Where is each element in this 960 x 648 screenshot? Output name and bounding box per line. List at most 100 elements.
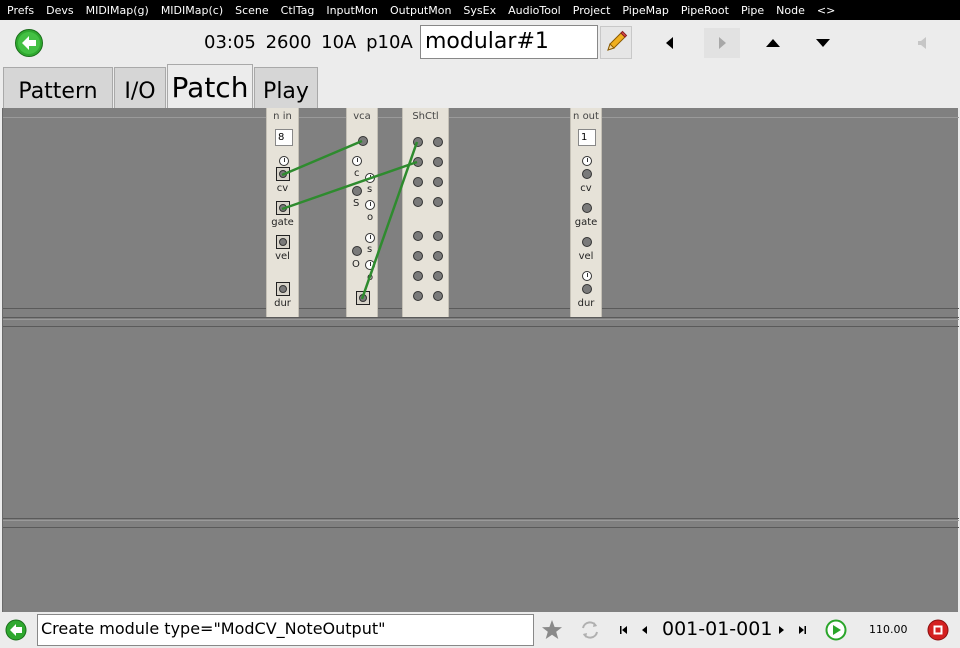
next-button[interactable]: [704, 28, 740, 58]
menubar: Prefs Devs MIDIMap(g) MIDIMap(c) Scene C…: [0, 0, 960, 20]
tab-play[interactable]: Play: [254, 67, 318, 108]
module-note-out[interactable]: n out 1 cv gate vel dur: [570, 108, 602, 317]
menu-inputmon[interactable]: InputMon: [320, 4, 384, 17]
patch-canvas[interactable]: n in 8 cv gate vel dur vca c s S o s O o…: [2, 108, 959, 612]
vel-input-jack[interactable]: [582, 237, 592, 247]
jack[interactable]: [433, 271, 443, 281]
jack[interactable]: [413, 157, 423, 167]
knob[interactable]: [365, 200, 375, 210]
menu-project[interactable]: Project: [567, 4, 617, 17]
skip-start-icon: [620, 626, 627, 634]
knob[interactable]: [352, 156, 362, 166]
divider: [3, 520, 959, 521]
speaker-icon: [918, 37, 926, 49]
channel-field[interactable]: 1: [578, 129, 596, 146]
knob[interactable]: [365, 260, 375, 270]
module-title: n out: [573, 111, 599, 122]
down-button[interactable]: [805, 28, 841, 58]
bpm-display: 2600: [265, 32, 312, 53]
knob[interactable]: [365, 233, 375, 243]
knob[interactable]: [582, 156, 592, 166]
star-icon: [542, 620, 562, 639]
command-input[interactable]: Create module type="ModCV_NoteOutput": [37, 614, 534, 646]
menu-node[interactable]: Node: [770, 4, 811, 17]
jack[interactable]: [433, 177, 443, 187]
module-note-in[interactable]: n in 8 cv gate vel dur: [266, 108, 299, 317]
pattern-display: p10A :: [366, 32, 425, 53]
skip-end-button[interactable]: [790, 618, 814, 642]
vel-output-jack[interactable]: [276, 235, 290, 249]
play-icon: [825, 619, 847, 641]
menu-midimap-c[interactable]: MIDIMap(c): [155, 4, 229, 17]
tempo-display[interactable]: 110.00: [869, 623, 908, 636]
output-jack[interactable]: [356, 291, 370, 305]
jack[interactable]: [413, 291, 423, 301]
menu-ctltag[interactable]: CtlTag: [275, 4, 321, 17]
song-position[interactable]: 001-01-001: [662, 618, 772, 640]
audio-button[interactable]: [905, 28, 941, 58]
menu-sysex[interactable]: SysEx: [457, 4, 502, 17]
jack[interactable]: [433, 291, 443, 301]
edit-name-button[interactable]: [600, 26, 632, 59]
toolbar: 03:05 2600 10A p10A : modular#1: [0, 20, 960, 64]
stop-button[interactable]: [926, 618, 950, 642]
gate-output-jack[interactable]: [276, 201, 290, 215]
menu-devs[interactable]: Devs: [40, 4, 79, 17]
menu-pipe[interactable]: Pipe: [735, 4, 770, 17]
jack[interactable]: [352, 246, 362, 256]
divider: [3, 527, 959, 528]
jack[interactable]: [352, 186, 362, 196]
knob[interactable]: [279, 156, 289, 166]
input-jack[interactable]: [358, 136, 368, 146]
jack[interactable]: [413, 197, 423, 207]
menu-audiotool[interactable]: AudioTool: [502, 4, 567, 17]
jack[interactable]: [413, 231, 423, 241]
vel-label: vel: [578, 251, 594, 262]
back-button[interactable]: [14, 28, 44, 58]
menu-scene[interactable]: Scene: [229, 4, 275, 17]
time-display: 03:05: [204, 32, 256, 53]
play-button[interactable]: [824, 618, 848, 642]
vca-label: O: [352, 259, 360, 270]
cv-output-jack[interactable]: [276, 167, 290, 181]
triangle-down-icon: [816, 39, 830, 47]
vca-label: o: [367, 212, 374, 223]
loop-button[interactable]: [578, 618, 602, 642]
tab-pattern[interactable]: Pattern: [3, 67, 113, 108]
jack[interactable]: [413, 251, 423, 261]
up-button[interactable]: [755, 28, 791, 58]
skip-end-icon: [799, 626, 806, 634]
module-shctl[interactable]: ShCtl: [402, 108, 449, 317]
knob[interactable]: [365, 173, 375, 183]
menu-more[interactable]: <>: [811, 4, 841, 17]
tab-patch[interactable]: Patch: [167, 64, 253, 108]
cv-input-jack[interactable]: [582, 169, 592, 179]
dur-input-jack[interactable]: [582, 284, 592, 294]
history-back-button[interactable]: [4, 618, 28, 642]
jack[interactable]: [433, 231, 443, 241]
jack[interactable]: [433, 251, 443, 261]
menu-prefs[interactable]: Prefs: [0, 4, 40, 17]
menu-pipemap[interactable]: PipeMap: [616, 4, 674, 17]
tab-io[interactable]: I/O: [114, 67, 166, 108]
jack[interactable]: [413, 137, 423, 147]
jack[interactable]: [433, 197, 443, 207]
menu-piperoot[interactable]: PipeRoot: [675, 4, 735, 17]
step-back-icon: [642, 626, 647, 634]
step-back-button[interactable]: [633, 618, 657, 642]
jack[interactable]: [433, 137, 443, 147]
prev-button[interactable]: [652, 28, 688, 58]
jack[interactable]: [413, 271, 423, 281]
pattern-name-field[interactable]: modular#1: [420, 25, 598, 59]
menu-outputmon[interactable]: OutputMon: [384, 4, 457, 17]
module-vca[interactable]: vca c s S o s O o: [346, 108, 378, 317]
jack[interactable]: [413, 177, 423, 187]
channel-field[interactable]: 8: [275, 129, 293, 146]
gate-input-jack[interactable]: [582, 203, 592, 213]
dur-output-jack[interactable]: [276, 282, 290, 296]
knob[interactable]: [582, 271, 592, 281]
menu-midimap-g[interactable]: MIDIMap(g): [80, 4, 155, 17]
favorite-button[interactable]: [540, 618, 564, 642]
jack[interactable]: [433, 157, 443, 167]
divider: [3, 117, 959, 118]
